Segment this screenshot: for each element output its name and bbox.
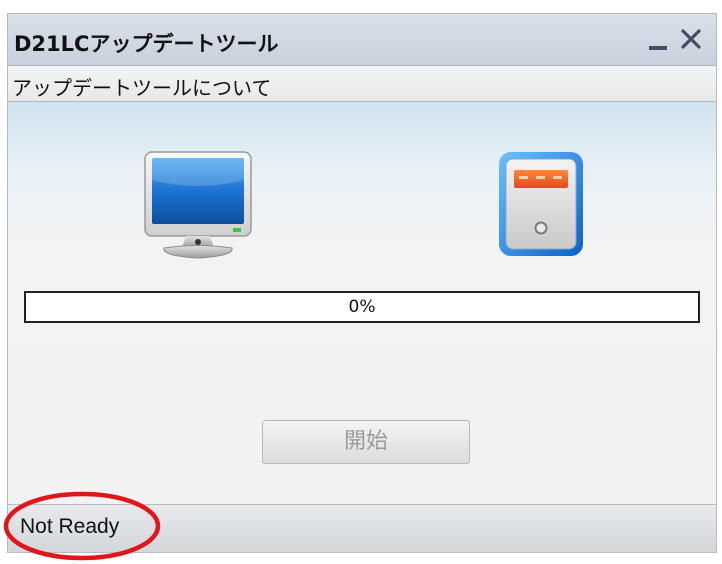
minimize-button[interactable] [643,22,673,52]
menu-bar: アップデートツールについて [8,66,716,102]
minimize-icon [649,46,667,50]
usb-drive-icon [499,152,583,256]
monitor-icon [144,151,252,259]
status-bar: Not Ready [8,504,716,552]
progress-bar: 0% [24,291,700,323]
close-icon [681,29,701,49]
title-bar[interactable]: D21LCアップデートツール [8,14,716,66]
close-button[interactable] [676,22,706,52]
app-window: D21LCアップデートツール アップデートツールについて 0% 開始 Not R… [7,13,717,553]
progress-label: 0% [348,297,376,317]
menu-item-about[interactable]: アップデートツールについて [12,72,271,101]
start-button[interactable]: 開始 [262,420,470,464]
window-title: D21LCアップデートツール [14,32,279,56]
main-panel: 0% 開始 [8,102,716,504]
status-text: Not Ready [20,515,120,538]
